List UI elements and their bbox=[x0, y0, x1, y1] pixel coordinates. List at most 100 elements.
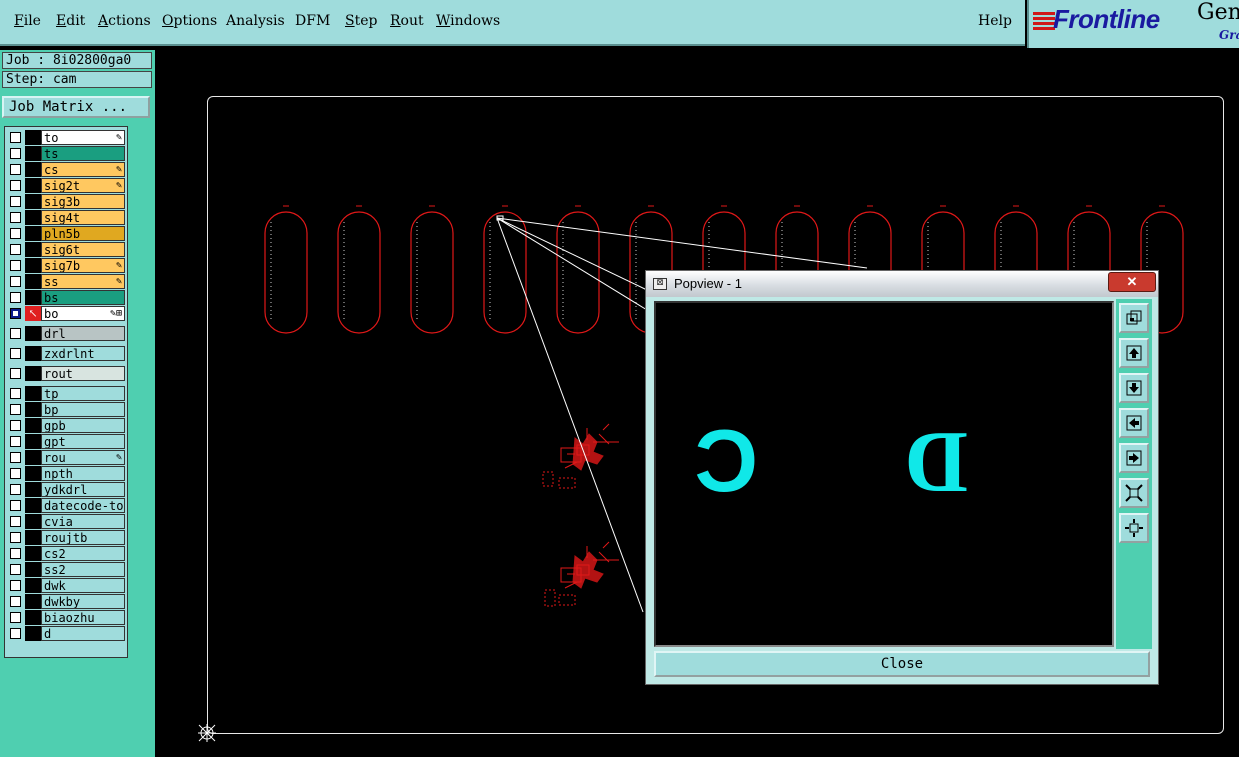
layer-checkbox[interactable] bbox=[10, 564, 21, 575]
layer-row-ss[interactable]: ss ✎ bbox=[7, 274, 125, 289]
layer-row-sig4t[interactable]: sig4t bbox=[7, 210, 125, 225]
layer-checkbox[interactable] bbox=[10, 212, 21, 223]
layer-checkbox[interactable] bbox=[10, 612, 21, 623]
layer-name[interactable]: ts bbox=[41, 146, 125, 161]
layer-checkbox[interactable] bbox=[10, 164, 21, 175]
layer-row-cs2[interactable]: cs2 bbox=[7, 546, 125, 561]
layer-checkbox[interactable] bbox=[10, 516, 21, 527]
layer-checkbox[interactable] bbox=[10, 292, 21, 303]
layer-row-dwk[interactable]: dwk bbox=[7, 578, 125, 593]
layer-row-d[interactable]: d bbox=[7, 626, 125, 641]
layer-row-drl[interactable]: drl bbox=[7, 326, 125, 341]
layer-row-sig6t[interactable]: sig6t bbox=[7, 242, 125, 257]
layer-row-biaozhu[interactable]: biaozhu bbox=[7, 610, 125, 625]
layer-row-rou[interactable]: rou ✎ bbox=[7, 450, 125, 465]
layer-checkbox[interactable] bbox=[10, 180, 21, 191]
layer-row-rout[interactable]: rout bbox=[7, 366, 125, 381]
zoom-out-tool[interactable] bbox=[1119, 513, 1149, 543]
layer-name[interactable]: roujtb bbox=[41, 530, 125, 545]
layer-name[interactable]: ydkdrl bbox=[41, 482, 125, 497]
layer-row-gpb[interactable]: gpb bbox=[7, 418, 125, 433]
layer-row-ydkdrl[interactable]: ydkdrl bbox=[7, 482, 125, 497]
layer-checkbox[interactable] bbox=[10, 404, 21, 415]
menu-help[interactable]: Help bbox=[978, 13, 1012, 29]
layer-name[interactable]: to ✎ bbox=[41, 130, 125, 145]
layer-name[interactable]: biaozhu bbox=[41, 610, 125, 625]
layer-name[interactable]: datecode-to bbox=[41, 498, 125, 513]
layer-checkbox[interactable] bbox=[10, 580, 21, 591]
layer-row-to[interactable]: to ✎ bbox=[7, 130, 125, 145]
layer-row-bo[interactable]: ↖ bo ✎⊞ bbox=[7, 306, 125, 321]
layer-name[interactable]: sig6t bbox=[41, 242, 125, 257]
window-close-button[interactable]: ✕ bbox=[1108, 272, 1156, 292]
layer-row-sig2t[interactable]: sig2t ✎ bbox=[7, 178, 125, 193]
layer-checkbox[interactable] bbox=[10, 328, 21, 339]
layer-checkbox[interactable] bbox=[10, 452, 21, 463]
layer-row-npth[interactable]: npth bbox=[7, 466, 125, 481]
layer-name[interactable]: cs ✎ bbox=[41, 162, 125, 177]
layer-checkbox[interactable] bbox=[10, 388, 21, 399]
layer-row-cvia[interactable]: cvia bbox=[7, 514, 125, 529]
layer-checkbox[interactable] bbox=[10, 436, 21, 447]
layer-name[interactable]: rou ✎ bbox=[41, 450, 125, 465]
layer-row-pln5b[interactable]: pln5b bbox=[7, 226, 125, 241]
layer-checkbox[interactable] bbox=[10, 196, 21, 207]
layer-checkbox[interactable] bbox=[10, 368, 21, 379]
layer-name[interactable]: pln5b bbox=[41, 226, 125, 241]
layer-checkbox[interactable] bbox=[10, 596, 21, 607]
layer-row-tp[interactable]: tp bbox=[7, 386, 125, 401]
pan-up-tool[interactable] bbox=[1119, 338, 1149, 368]
layer-name[interactable]: d bbox=[41, 626, 125, 641]
layer-checkbox[interactable] bbox=[10, 484, 21, 495]
layer-row-bp[interactable]: bp bbox=[7, 402, 125, 417]
layer-name[interactable]: sig4t bbox=[41, 210, 125, 225]
menu-windows[interactable]: Windows bbox=[436, 13, 500, 29]
layer-checkbox[interactable] bbox=[10, 132, 21, 143]
layer-row-datecode-to[interactable]: datecode-to bbox=[7, 498, 125, 513]
layer-name[interactable]: cs2 bbox=[41, 546, 125, 561]
layer-row-sig3b[interactable]: sig3b bbox=[7, 194, 125, 209]
layer-name[interactable]: npth bbox=[41, 466, 125, 481]
layer-checkbox[interactable] bbox=[10, 260, 21, 271]
layer-row-zxdrlnt[interactable]: zxdrlnt bbox=[7, 346, 125, 361]
zoom-in-tool[interactable] bbox=[1119, 478, 1149, 508]
layer-name[interactable]: bs bbox=[41, 290, 125, 305]
close-button[interactable]: Close bbox=[654, 651, 1150, 677]
layer-row-dwkby[interactable]: dwkby bbox=[7, 594, 125, 609]
layer-row-sig7b[interactable]: sig7b ✎ bbox=[7, 258, 125, 273]
layer-checkbox[interactable] bbox=[10, 548, 21, 559]
layer-row-cs[interactable]: cs ✎ bbox=[7, 162, 125, 177]
popview-titlebar[interactable]: ⊠ Popview - 1 ✕ bbox=[646, 271, 1158, 297]
menu-actions[interactable]: Actions bbox=[98, 13, 151, 29]
layer-checkbox[interactable] bbox=[10, 148, 21, 159]
layer-checkbox[interactable] bbox=[10, 308, 21, 319]
layer-row-ss2[interactable]: ss2 bbox=[7, 562, 125, 577]
menu-analysis[interactable]: Analysis bbox=[226, 13, 285, 29]
layer-checkbox[interactable] bbox=[10, 420, 21, 431]
layer-name[interactable]: sig2t ✎ bbox=[41, 178, 125, 193]
layer-name[interactable]: dwk bbox=[41, 578, 125, 593]
layer-name[interactable]: bo ✎⊞ bbox=[41, 306, 125, 321]
layer-row-bs[interactable]: bs bbox=[7, 290, 125, 305]
layer-checkbox[interactable] bbox=[10, 628, 21, 639]
layer-checkbox[interactable] bbox=[10, 244, 21, 255]
layer-row-ts[interactable]: ts bbox=[7, 146, 125, 161]
layer-name[interactable]: zxdrlnt bbox=[41, 346, 125, 361]
menu-options[interactable]: Options bbox=[162, 13, 217, 29]
layer-name[interactable]: rout bbox=[41, 366, 125, 381]
pan-down-tool[interactable] bbox=[1119, 373, 1149, 403]
layer-name[interactable]: drl bbox=[41, 326, 125, 341]
layer-checkbox[interactable] bbox=[10, 276, 21, 287]
layer-row-gpt[interactable]: gpt bbox=[7, 434, 125, 449]
pan-left-tool[interactable] bbox=[1119, 408, 1149, 438]
layer-name[interactable]: sig7b ✎ bbox=[41, 258, 125, 273]
menu-file[interactable]: File bbox=[14, 13, 41, 29]
pan-right-tool[interactable] bbox=[1119, 443, 1149, 473]
layer-name[interactable]: sig3b bbox=[41, 194, 125, 209]
layer-name[interactable]: ss ✎ bbox=[41, 274, 125, 289]
layer-checkbox[interactable] bbox=[10, 532, 21, 543]
layer-name[interactable]: dwkby bbox=[41, 594, 125, 609]
layer-name[interactable]: tp bbox=[41, 386, 125, 401]
layer-name[interactable]: cvia bbox=[41, 514, 125, 529]
layer-checkbox[interactable] bbox=[10, 348, 21, 359]
